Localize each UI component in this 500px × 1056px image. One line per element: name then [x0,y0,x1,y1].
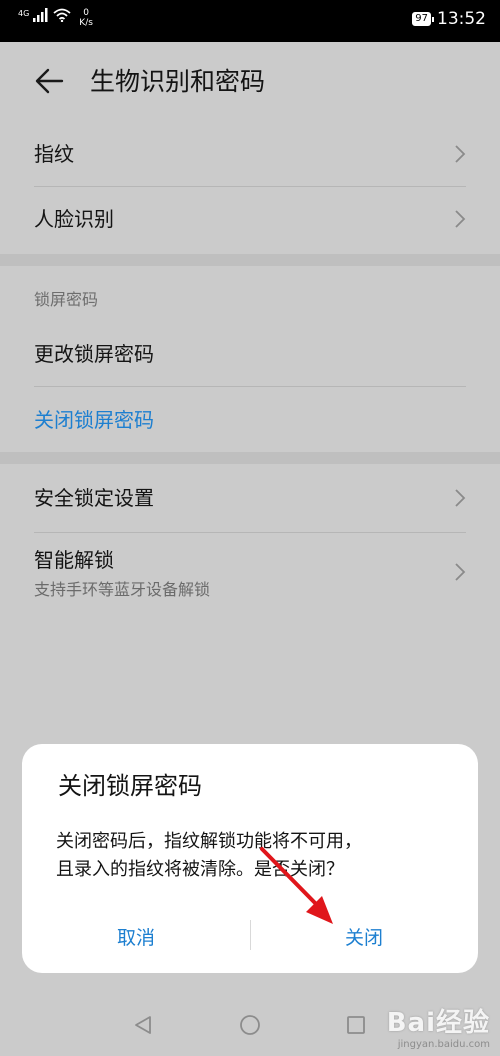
close-button[interactable]: 关闭 [250,920,478,956]
app-header: 生物识别和密码 [0,42,500,122]
smart-unlock-label: 智能解锁 [34,548,114,572]
chevron-right-icon [455,145,466,163]
nav-recent-apps-icon[interactable] [345,1014,367,1036]
smart-unlock-description: 支持手环等蓝牙设备解锁 [34,580,211,599]
nav-back-icon[interactable] [132,1014,154,1036]
network-type: 4G [18,9,30,18]
security-lock-settings-item[interactable]: 安全锁定设置 [34,482,466,514]
network-speed: 0 K/s [79,8,93,28]
status-bar: 4G 0 K/s 97 13:52 [0,0,500,42]
change-password-label: 更改锁屏密码 [34,342,154,366]
dialog-message-line2: 且录入的指纹将被清除。是否关闭？ [56,859,344,880]
chevron-right-icon [455,489,466,507]
wifi-icon [53,8,71,22]
change-password-item[interactable]: 更改锁屏密码 [34,338,466,370]
dialog-title: 关闭锁屏密码 [58,772,202,800]
back-arrow-icon[interactable] [34,66,64,96]
baidu-watermark: Bai经验 jingyan.baidu.com [387,1002,490,1050]
cancel-button[interactable]: 取消 [22,920,250,956]
watermark-subtext: jingyan.baidu.com [397,1039,490,1050]
face-recognition-item[interactable]: 人脸识别 [34,203,466,235]
fingerprint-item[interactable]: 指纹 [34,138,466,170]
nav-home-icon[interactable] [239,1014,261,1036]
chevron-right-icon [455,563,466,581]
disable-password-item[interactable]: 关闭锁屏密码 [34,404,466,436]
dialog-message-line1: 关闭密码后，指纹解锁功能将不可用， [56,831,362,852]
security-lock-settings-label: 安全锁定设置 [34,486,154,510]
status-left: 4G 0 K/s [18,8,93,28]
status-right: 97 13:52 [412,9,486,29]
signal-icon [33,8,48,22]
fingerprint-label: 指纹 [34,142,74,166]
disable-password-label: 关闭锁屏密码 [34,408,154,432]
battery-icon: 97 [412,12,434,26]
section-gap [0,254,500,266]
page-title: 生物识别和密码 [90,67,266,96]
divider [34,186,466,187]
chevron-right-icon [455,210,466,228]
face-recognition-label: 人脸识别 [34,207,114,231]
section-label-lock-screen: 锁屏密码 [34,290,99,309]
divider [34,532,466,533]
status-time: 13:52 [437,9,486,29]
watermark-text: Bai经验 [386,1008,490,1038]
section-gap [0,452,500,464]
divider [34,386,466,387]
dialog-message: 关闭密码后，指纹解锁功能将不可用， 且录入的指纹将被清除。是否关闭？ [56,828,452,884]
disable-password-dialog: 关闭锁屏密码 关闭密码后，指纹解锁功能将不可用， 且录入的指纹将被清除。是否关闭… [22,744,478,973]
